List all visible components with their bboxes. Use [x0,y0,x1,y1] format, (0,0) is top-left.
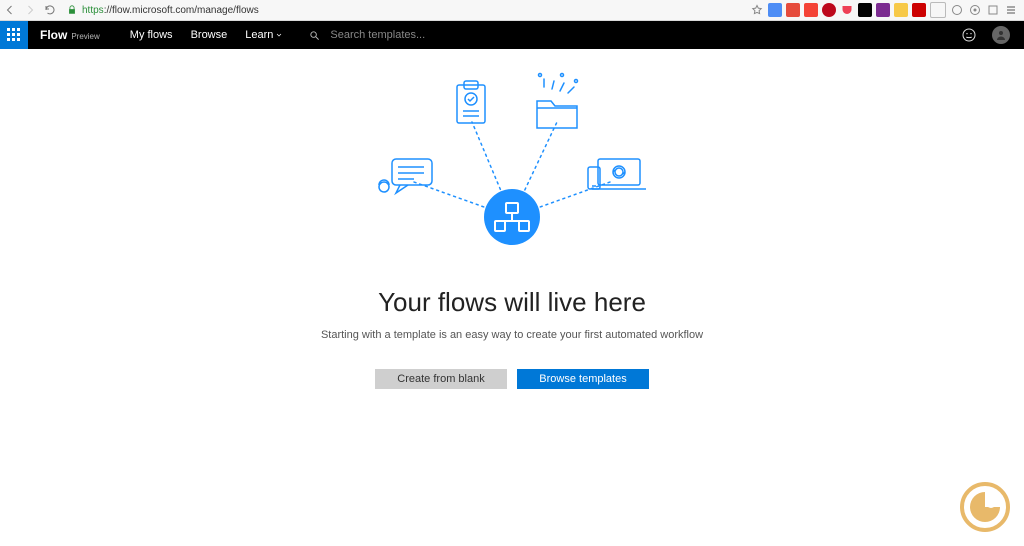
chrome-menu-icon[interactable] [1004,3,1018,17]
url-bar[interactable]: https://flow.microsoft.com/manage/flows [82,5,259,16]
nav-learn-label: Learn [245,29,273,41]
browser-forward-button[interactable] [22,2,38,18]
nav-my-flows[interactable]: My flows [130,29,173,41]
brand[interactable]: Flow Preview [28,28,100,42]
extension-icon[interactable] [986,3,1000,17]
brand-name: Flow [40,28,67,42]
browser-reload-button[interactable] [42,2,58,18]
chevron-down-icon [275,31,283,39]
url-rest: ://flow.microsoft.com/manage/flows [104,5,259,16]
extension-icon[interactable] [912,3,926,17]
feedback-button[interactable] [960,26,978,44]
extension-icon[interactable] [786,3,800,17]
empty-state-illustration [362,67,662,257]
cta-row: Create from blank Browse templates [0,369,1024,389]
star-icon[interactable] [750,3,764,17]
waffle-icon [7,28,21,42]
search-icon [309,30,320,41]
app-nav-bar: Flow Preview My flows Browse Learn [0,21,1024,49]
extension-icon[interactable] [768,3,782,17]
brand-tag: Preview [71,32,99,41]
nav-browse[interactable]: Browse [191,29,228,41]
extension-icon[interactable] [894,3,908,17]
extension-icon[interactable] [968,3,982,17]
browse-templates-button[interactable]: Browse templates [517,369,649,389]
watermark-logo [960,482,1010,532]
empty-state-subline: Starting with a template is an easy way … [0,329,1024,341]
pocket-icon[interactable] [840,3,854,17]
lock-icon [66,4,78,16]
onenote-icon[interactable] [876,3,890,17]
app-launcher-button[interactable] [0,21,28,49]
browser-chrome: https://flow.microsoft.com/manage/flows [0,0,1024,21]
main-content: Your flows will live here Starting with … [0,67,1024,389]
account-button[interactable] [992,26,1010,44]
flipboard-icon[interactable] [804,3,818,17]
search-area[interactable] [309,28,532,42]
nav-learn[interactable]: Learn [245,29,283,41]
extension-icon[interactable] [858,3,872,17]
empty-state-headline: Your flows will live here [0,287,1024,318]
search-input[interactable] [328,28,532,42]
browser-back-button[interactable] [2,2,18,18]
pinterest-icon[interactable] [822,3,836,17]
browser-extensions [750,2,1024,18]
extension-icon[interactable] [930,2,946,18]
url-scheme: https [82,5,104,16]
create-from-blank-button[interactable]: Create from blank [375,369,507,389]
extension-icon[interactable] [950,3,964,17]
